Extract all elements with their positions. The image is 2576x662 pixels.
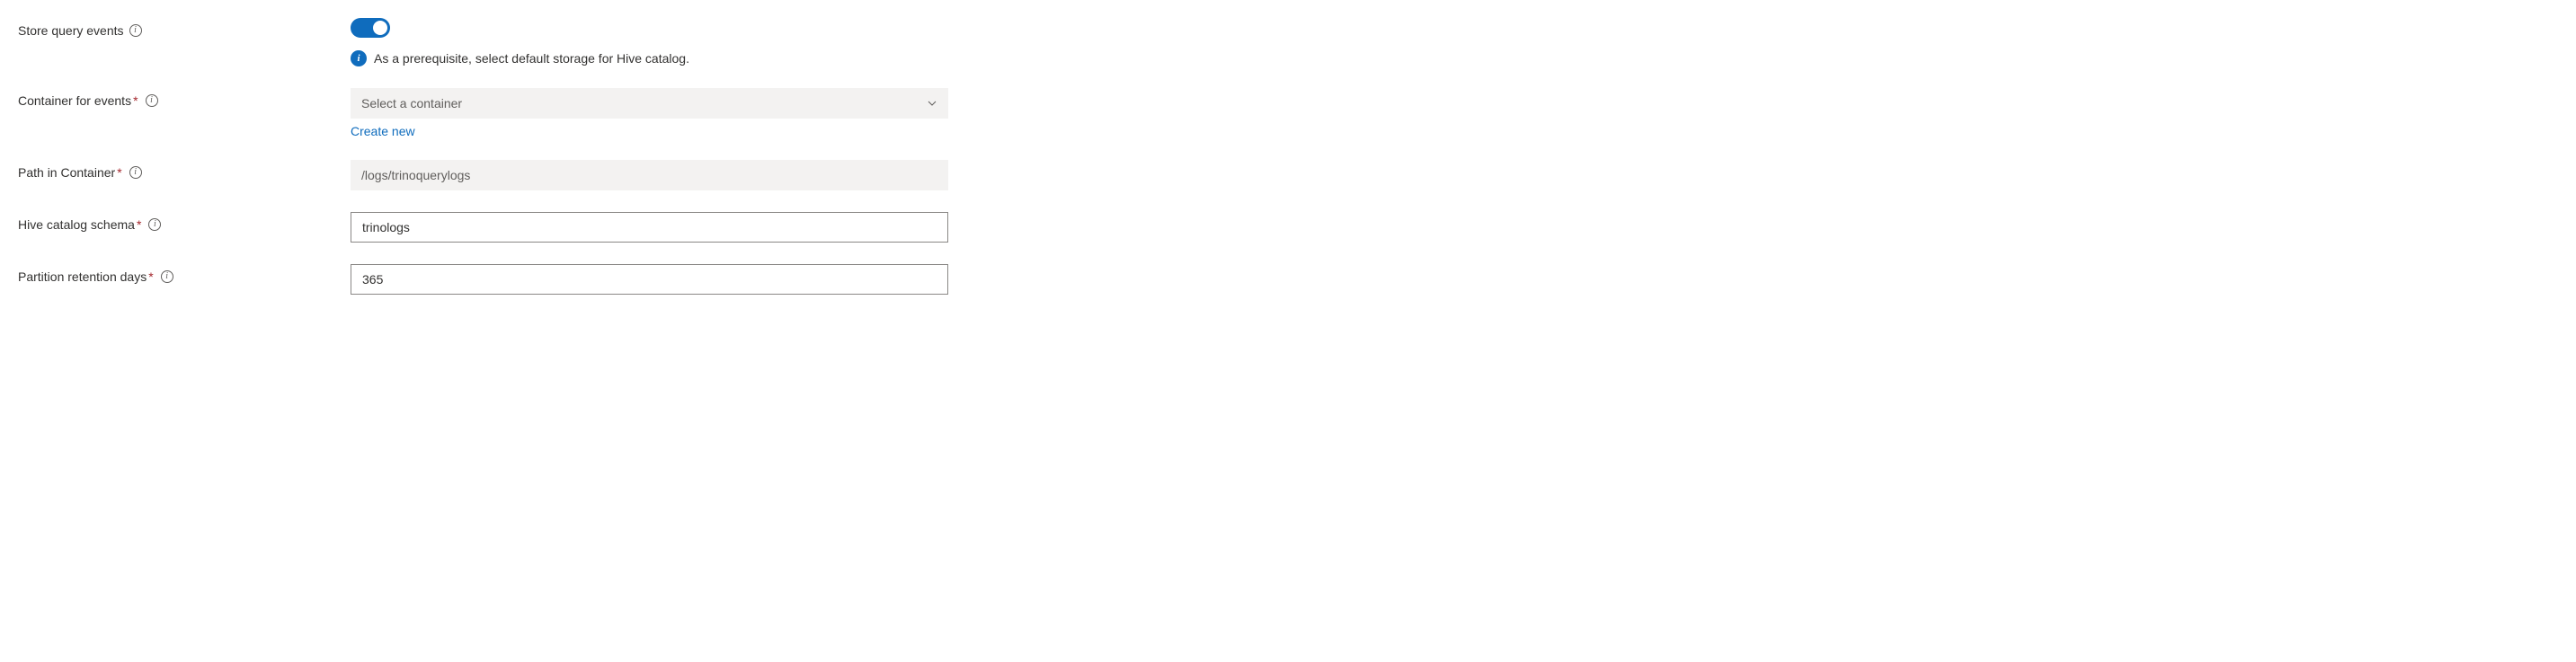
info-icon[interactable]: i	[161, 270, 173, 283]
info-filled-icon: i	[351, 50, 367, 66]
info-icon[interactable]: i	[129, 24, 142, 37]
input-hive-catalog-schema[interactable]	[351, 212, 948, 243]
label-partition-retention-days: Partition retention days * i	[18, 264, 351, 284]
label-store-query-events: Store query events i	[18, 18, 351, 38]
label-path-in-container: Path in Container * i	[18, 160, 351, 180]
callout-text: As a prerequisite, select default storag…	[374, 51, 689, 66]
callout-store-query-events: i As a prerequisite, select default stor…	[351, 50, 948, 66]
row-hive-catalog-schema: Hive catalog schema * i	[18, 212, 2558, 243]
label-container-for-events: Container for events * i	[18, 88, 351, 108]
required-indicator: *	[148, 269, 153, 284]
label-text: Store query events	[18, 23, 124, 38]
required-indicator: *	[133, 93, 138, 108]
input-path-in-container[interactable]	[351, 160, 948, 190]
label-text: Container for events	[18, 93, 131, 108]
row-store-query-events: Store query events i i As a prerequisite…	[18, 18, 2558, 66]
link-create-new[interactable]: Create new	[351, 124, 948, 138]
info-icon[interactable]: i	[148, 218, 161, 231]
control-partition-retention-days	[351, 264, 948, 295]
input-partition-retention-days[interactable]	[351, 264, 948, 295]
control-container-for-events: Select a container Create new	[351, 88, 948, 138]
row-path-in-container: Path in Container * i	[18, 160, 2558, 190]
chevron-down-icon	[927, 98, 937, 109]
select-container[interactable]: Select a container	[351, 88, 948, 119]
toggle-store-query-events[interactable]	[351, 18, 390, 38]
info-icon[interactable]: i	[146, 94, 158, 107]
label-hive-catalog-schema: Hive catalog schema * i	[18, 212, 351, 232]
control-store-query-events: i As a prerequisite, select default stor…	[351, 18, 948, 66]
row-container-for-events: Container for events * i Select a contai…	[18, 88, 2558, 138]
required-indicator: *	[137, 217, 141, 232]
control-hive-catalog-schema	[351, 212, 948, 243]
select-placeholder: Select a container	[361, 96, 462, 110]
control-path-in-container	[351, 160, 948, 190]
row-partition-retention-days: Partition retention days * i	[18, 264, 2558, 295]
label-text: Path in Container	[18, 165, 115, 180]
label-text: Partition retention days	[18, 269, 147, 284]
info-icon[interactable]: i	[129, 166, 142, 179]
label-text: Hive catalog schema	[18, 217, 135, 232]
required-indicator: *	[117, 165, 121, 180]
